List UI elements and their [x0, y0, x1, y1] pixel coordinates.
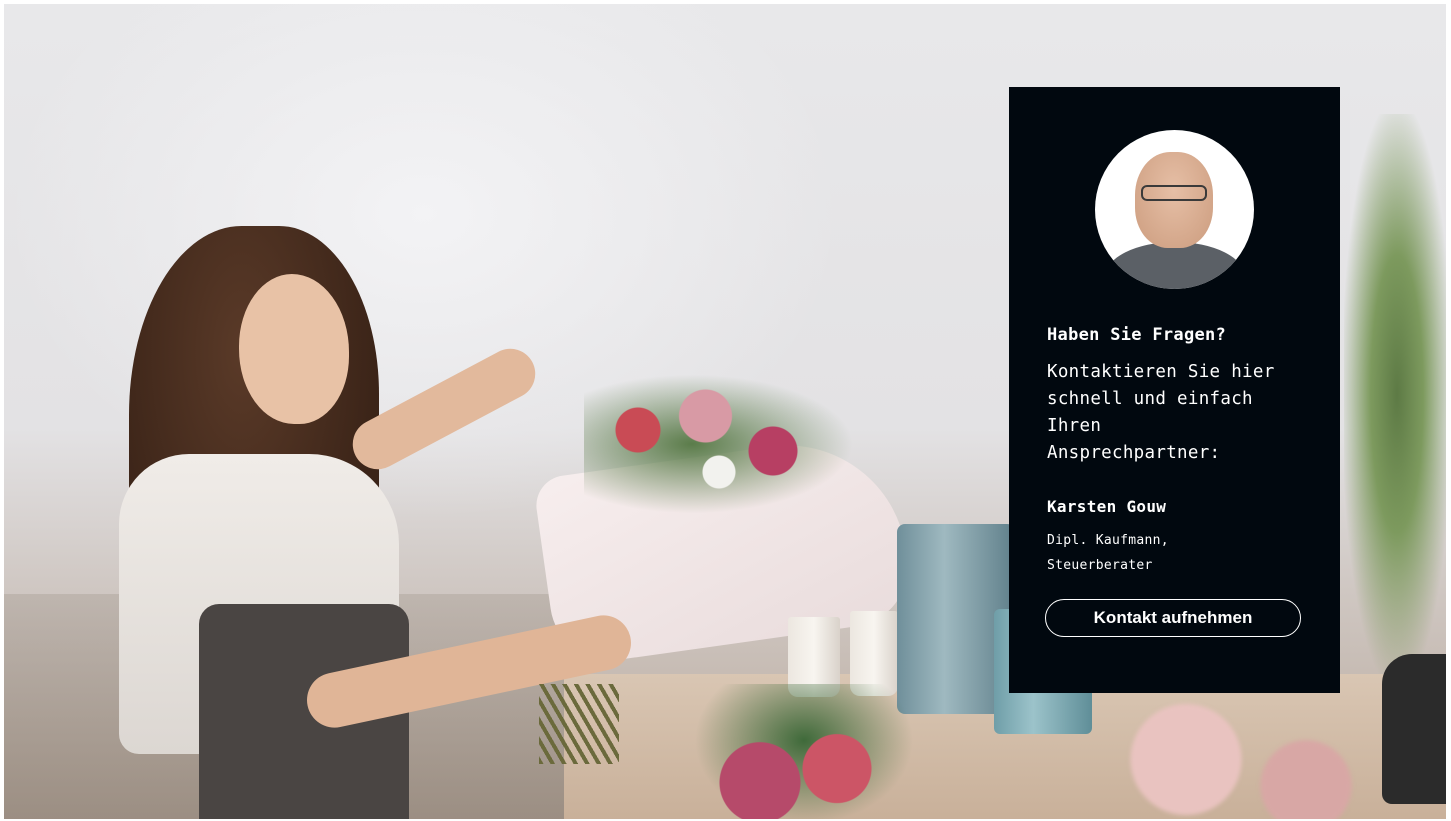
- bouquet-flowers: [584, 374, 854, 514]
- foreground-flowers: [694, 684, 914, 819]
- contact-person-role: Dipl. Kaufmann, Steuerberater: [1047, 533, 1169, 573]
- contact-button[interactable]: Kontakt aufnehmen: [1045, 599, 1301, 637]
- avatar: [1095, 130, 1254, 289]
- contact-card: Haben Sie Fragen? Kontaktieren Sie hier …: [1009, 87, 1340, 693]
- glasses-icon: [1141, 185, 1207, 201]
- plant-decoration: [1344, 114, 1446, 674]
- bouquet-stems: [539, 684, 619, 764]
- contact-person-name: Karsten Gouw: [1047, 497, 1167, 516]
- florist-face: [239, 274, 349, 424]
- contact-heading: Haben Sie Fragen?: [1047, 325, 1227, 345]
- foreground-peonies: [1114, 694, 1354, 819]
- plant-pot: [1382, 654, 1446, 804]
- avatar-shoulders: [1105, 242, 1245, 289]
- contact-description: Kontaktieren Sie hier schnell und einfac…: [1047, 362, 1275, 463]
